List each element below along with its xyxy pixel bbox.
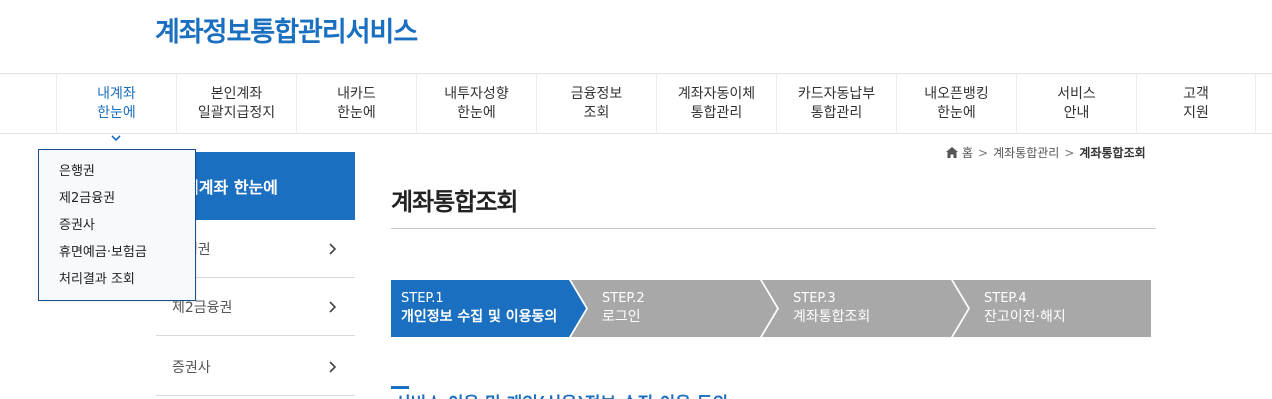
breadcrumb: 홈 > 계좌통합관리 > 계좌통합조회 [946, 144, 1146, 161]
step-1-number: STEP.1 [401, 291, 444, 306]
gnb-item-customer-support[interactable]: 고객 지원 [1136, 74, 1256, 134]
dropdown-item-process-results[interactable]: 처리결과 조회 [39, 270, 195, 297]
step-4-number: STEP.4 [984, 291, 1027, 306]
gnb-item-open-banking[interactable]: 내오픈뱅킹 한눈에 [896, 74, 1016, 134]
gnb-item-financial-info[interactable]: 금융정보 조회 [536, 74, 656, 134]
step-1-label: 개인정보 수집 및 이용동의 [401, 309, 558, 325]
step-3-number: STEP.3 [793, 291, 836, 306]
home-icon [946, 147, 958, 158]
step-3: STEP.3 계좌통합조회 [793, 290, 870, 326]
chevron-down-icon [111, 135, 121, 142]
lnb-item-securities[interactable]: 증권사 [156, 338, 355, 396]
dropdown-item-securities[interactable]: 증권사 [39, 216, 195, 243]
gnb-item-service-guide[interactable]: 서비스 안내 [1016, 74, 1136, 134]
gnb-item-account-freeze[interactable]: 본인계좌 일괄지급정지 [176, 74, 296, 134]
step-2: STEP.2 로그인 [602, 290, 645, 326]
breadcrumb-separator-icon: > [1064, 145, 1075, 160]
chevron-right-icon [329, 361, 337, 373]
gnb-item-my-accounts[interactable]: 내계좌 한눈에 [56, 74, 176, 134]
global-nav: 내계좌 한눈에 본인계좌 일괄지급정지 내카드 한눈에 내투자성향 한눈에 금융… [0, 73, 1272, 134]
step-indicator: STEP.1 개인정보 수집 및 이용동의 STEP.2 로그인 STEP.3 … [391, 280, 1151, 337]
step-4-label: 잔고이전·해지 [984, 309, 1066, 325]
breadcrumb-separator-icon: > [978, 145, 989, 160]
breadcrumb-home[interactable]: 홈 [962, 144, 973, 161]
breadcrumb-level1[interactable]: 계좌통합관리 [993, 144, 1059, 161]
step-1: STEP.1 개인정보 수집 및 이용동의 [401, 290, 557, 326]
gnb-item-card-auto-pay[interactable]: 카드자동납부 통합관리 [776, 74, 896, 134]
gnb-item-investment-profile[interactable]: 내투자성향 한눈에 [416, 74, 536, 134]
lnb-item-label: 증권사 [172, 359, 211, 376]
page-title: 계좌통합조회 [391, 188, 518, 216]
gnb-item-auto-transfer[interactable]: 계좌자동이체 통합관리 [656, 74, 776, 134]
site-logo[interactable]: 계좌정보통합관리서비스 [155, 10, 418, 49]
title-divider [391, 228, 1156, 229]
breadcrumb-current: 계좌통합조회 [1079, 146, 1146, 160]
dropdown-item-secondary-finance[interactable]: 제2금융권 [39, 189, 195, 216]
chevron-right-icon [329, 243, 337, 255]
step-2-number: STEP.2 [602, 291, 645, 306]
dropdown-item-dormant-deposits[interactable]: 휴면예금·보험금 [39, 243, 195, 270]
step-4: STEP.4 잔고이전·해지 [984, 290, 1066, 326]
step-2-label: 로그인 [602, 309, 641, 325]
gnb-item-my-cards[interactable]: 내카드 한눈에 [296, 74, 416, 134]
section-title: 서비스 이용 및 개인(신용)정보 수집·이용 동의 [395, 389, 728, 399]
chevron-right-icon [329, 301, 337, 313]
gnb-dropdown-menu: 은행권 제2금융권 증권사 휴면예금·보험금 처리결과 조회 [38, 149, 196, 301]
step-3-label: 계좌통합조회 [793, 309, 871, 325]
dropdown-item-bank[interactable]: 은행권 [39, 162, 195, 189]
